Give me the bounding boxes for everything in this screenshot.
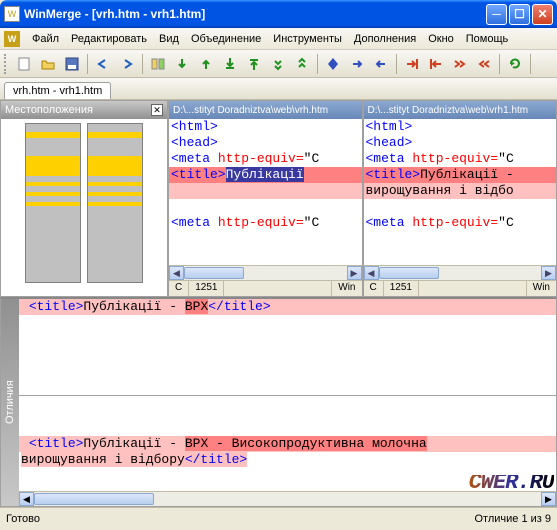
app-icon: W xyxy=(4,6,20,22)
new-icon[interactable] xyxy=(13,53,35,75)
menu-plugins[interactable]: Дополнения xyxy=(348,31,422,47)
redo-icon[interactable] xyxy=(116,53,138,75)
copy-left-advance-icon[interactable] xyxy=(425,53,447,75)
main-area: Местоположения ✕ D:\...stityt Doradniz xyxy=(0,100,557,297)
prev-diff-up-icon[interactable] xyxy=(291,53,313,75)
current-diff-icon[interactable] xyxy=(322,53,344,75)
location-pane-body[interactable] xyxy=(1,119,167,296)
undo-icon[interactable] xyxy=(92,53,114,75)
location-pane: Местоположения ✕ xyxy=(0,100,168,297)
menu-window[interactable]: Окно xyxy=(422,31,460,47)
next-diff-down-icon[interactable] xyxy=(267,53,289,75)
prev-diff-icon[interactable] xyxy=(195,53,217,75)
left-pane-status: C 1251 Win xyxy=(169,280,362,296)
doc-icon: W xyxy=(4,31,20,47)
menu-bar: W Файл Редактировать Вид Объединение Инс… xyxy=(0,28,557,50)
location-pane-header: Местоположения ✕ xyxy=(1,101,167,119)
document-tab[interactable]: vrh.htm - vrh1.htm xyxy=(4,82,111,99)
first-diff-icon[interactable] xyxy=(243,53,265,75)
all-right-icon[interactable] xyxy=(449,53,471,75)
left-pane-path: D:\...stityt Doradniztva\web\vrh.htm xyxy=(169,101,362,119)
right-pane: D:\...stityt Doradniztva\web\vrh1.htm <h… xyxy=(363,100,557,297)
left-pane-hscroll[interactable]: ◀▶ xyxy=(169,265,362,280)
right-pane-status: C 1251 Win xyxy=(364,280,557,296)
menu-edit[interactable]: Редактировать xyxy=(65,31,153,47)
save-icon[interactable] xyxy=(61,53,83,75)
right-pane-hscroll[interactable]: ◀▶ xyxy=(364,265,557,280)
location-bar-left[interactable] xyxy=(25,123,81,283)
last-diff-icon[interactable] xyxy=(219,53,241,75)
menu-tools[interactable]: Инструменты xyxy=(267,31,348,47)
minimize-button[interactable]: ─ xyxy=(486,4,507,25)
window-titlebar: W WinMerge - [vrh.htm - vrh1.htm] ─ ☐ ✕ xyxy=(0,0,557,28)
diff-detail-pane: Отличия <title>Публікації - ВРХ</title> … xyxy=(0,297,557,507)
copy-right-icon[interactable] xyxy=(346,53,368,75)
next-diff-icon[interactable] xyxy=(171,53,193,75)
diff-panes: D:\...stityt Doradniztva\web\vrh.htm <ht… xyxy=(168,100,557,297)
copy-right-advance-icon[interactable] xyxy=(401,53,423,75)
watermark-logo: CWER.RU xyxy=(469,475,554,491)
location-pane-title: Местоположения xyxy=(5,104,93,116)
window-title: WinMerge - [vrh.htm - vrh1.htm] xyxy=(24,7,486,21)
location-pane-close-icon[interactable]: ✕ xyxy=(151,104,163,116)
diff-detail-hscroll[interactable]: ◀ ▶ xyxy=(19,491,556,506)
maximize-button[interactable]: ☐ xyxy=(509,4,530,25)
diff-detail-bottom[interactable]: <title>Публікації - ВРХ - Високопродукти… xyxy=(19,396,556,492)
open-icon[interactable] xyxy=(37,53,59,75)
status-bar: Готово Отличие 1 из 9 xyxy=(0,507,557,529)
right-pane-editor[interactable]: <html> <head> <meta http-equiv="C <title… xyxy=(364,119,557,265)
diff-detail-top[interactable]: <title>Публікації - ВРХ</title> xyxy=(19,299,556,396)
diff-detail-tab[interactable]: Отличия xyxy=(1,299,19,506)
left-pane-editor[interactable]: <html> <head> <meta http-equiv="C <title… xyxy=(169,119,362,265)
status-right: Отличие 1 из 9 xyxy=(474,513,551,525)
menu-help[interactable]: Помощь xyxy=(460,31,515,47)
copy-left-icon[interactable] xyxy=(370,53,392,75)
close-button[interactable]: ✕ xyxy=(532,4,553,25)
right-pane-path: D:\...stityt Doradniztva\web\vrh1.htm xyxy=(364,101,557,119)
toolbar-handle[interactable] xyxy=(4,54,8,74)
menu-view[interactable]: Вид xyxy=(153,31,185,47)
menu-merge[interactable]: Объединение xyxy=(185,31,267,47)
refresh-icon[interactable] xyxy=(504,53,526,75)
left-pane: D:\...stityt Doradniztva\web\vrh.htm <ht… xyxy=(168,100,363,297)
document-tabbar: vrh.htm - vrh1.htm xyxy=(0,78,557,100)
status-left: Готово xyxy=(6,513,40,525)
diff-pane-icon[interactable] xyxy=(147,53,169,75)
all-left-icon[interactable] xyxy=(473,53,495,75)
location-bar-right[interactable] xyxy=(87,123,143,283)
menu-file[interactable]: Файл xyxy=(26,31,65,47)
toolbar xyxy=(0,50,557,78)
